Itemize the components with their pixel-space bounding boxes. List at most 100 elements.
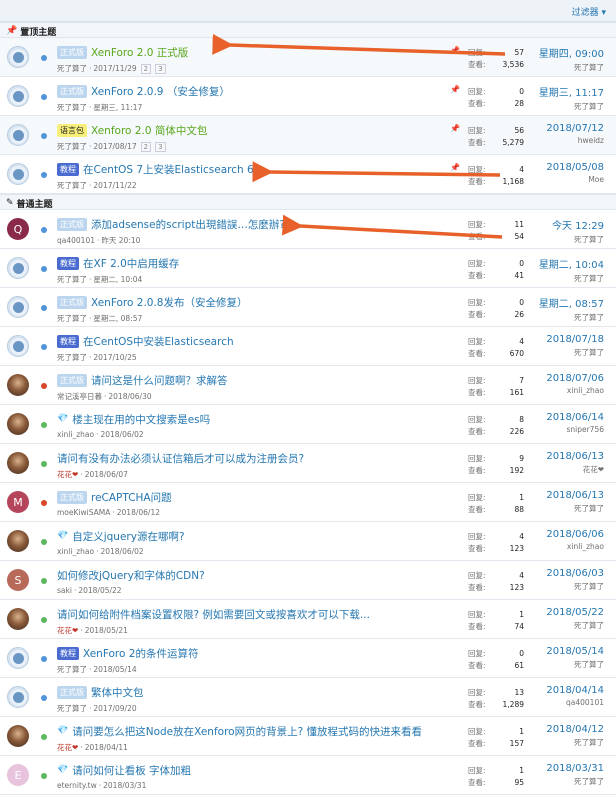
thread-prefix-badge[interactable]: 语言包	[57, 123, 87, 137]
last-post-user[interactable]: 死了算了	[546, 620, 604, 631]
thread-title-link[interactable]: XenForo 2.0.8发布（安全修复）	[91, 295, 248, 310]
last-post-date[interactable]: 2018/07/18	[546, 334, 604, 345]
last-post-date[interactable]: 星期二, 10:04	[539, 256, 604, 271]
last-post-date[interactable]: 星期二, 08:57	[539, 295, 604, 310]
thread-start-date[interactable]: 2017/09/20	[93, 704, 136, 713]
thread-prefix-badge[interactable]: 正式版	[57, 45, 87, 59]
thread-prefix-badge[interactable]: 正式版	[57, 685, 87, 699]
page-link[interactable]: 3	[155, 63, 166, 74]
thread-prefix-badge[interactable]: 正式版	[57, 373, 87, 387]
thread-start-date[interactable]: 2018/05/21	[85, 626, 128, 635]
user-avatar[interactable]	[7, 413, 29, 435]
thread-author[interactable]: xinli_zhao	[57, 430, 94, 439]
thread-title-link[interactable]: reCAPTCHA问题	[91, 490, 172, 505]
thread-start-date[interactable]: 2018/05/14	[93, 665, 136, 674]
user-avatar[interactable]: M	[7, 491, 29, 513]
thread-start-date[interactable]: 星期二, 10:04	[93, 274, 142, 285]
page-link[interactable]: 2	[140, 63, 152, 74]
thread-title-link[interactable]: Xenforo 2.0 简体中文包	[91, 123, 207, 138]
user-avatar[interactable]: Q	[7, 218, 29, 240]
thread-start-date[interactable]: 2018/05/22	[78, 586, 121, 595]
thread-title-link[interactable]: XenForo 2.0.9 （安全修复）	[91, 84, 230, 99]
last-post-user[interactable]: 死了算了	[539, 101, 604, 112]
page-link[interactable]: 2	[140, 141, 152, 152]
thread-start-date[interactable]: 2017/10/25	[93, 353, 136, 362]
thread-author[interactable]: xinli_zhao	[57, 547, 94, 556]
last-post-user[interactable]: xinli_zhao	[546, 386, 604, 395]
thread-author[interactable]: qa400101	[57, 236, 95, 245]
user-avatar[interactable]	[7, 452, 29, 474]
thread-start-date[interactable]: 昨天 20:10	[101, 235, 140, 246]
thread-start-date[interactable]: 2017/11/22	[93, 181, 136, 190]
last-post-date[interactable]: 星期四, 09:00	[539, 45, 604, 60]
thread-start-date[interactable]: 2017/11/29	[93, 64, 136, 73]
user-avatar[interactable]	[7, 163, 29, 185]
thread-title-link[interactable]: 在CentOS中安装Elasticsearch	[83, 334, 234, 349]
last-post-user[interactable]: 死了算了	[546, 737, 604, 748]
thread-author[interactable]: 死了算了	[57, 141, 87, 152]
thread-author[interactable]: 花花❤	[57, 469, 78, 480]
last-post-date[interactable]: 2018/04/12	[546, 724, 604, 735]
thread-prefix-badge[interactable]: 正式版	[57, 295, 87, 309]
last-post-user[interactable]: 死了算了	[539, 312, 604, 323]
thread-author[interactable]: 死了算了	[57, 274, 87, 285]
user-avatar[interactable]	[7, 85, 29, 107]
thread-author[interactable]: 花花❤	[57, 625, 78, 636]
thread-prefix-badge[interactable]: 正式版	[57, 490, 87, 504]
thread-author[interactable]: 死了算了	[57, 180, 87, 191]
user-avatar[interactable]	[7, 725, 29, 747]
thread-prefix-badge[interactable]: 教程	[57, 256, 79, 270]
last-post-date[interactable]: 2018/06/03	[546, 568, 604, 579]
last-post-user[interactable]: 死了算了	[546, 776, 604, 787]
thread-start-date[interactable]: 2018/06/30	[108, 392, 151, 401]
thread-author[interactable]: moeKiwiSAMA	[57, 508, 110, 517]
last-post-user[interactable]: 死了算了	[546, 581, 604, 592]
thread-start-date[interactable]: 2018/04/11	[85, 743, 128, 752]
thread-author[interactable]: 死了算了	[57, 313, 87, 324]
last-post-user[interactable]: 死了算了	[546, 659, 604, 670]
last-post-user[interactable]: 死了算了	[546, 347, 604, 358]
filter-button[interactable]: 过滤器 ▾	[572, 5, 606, 18]
last-post-date[interactable]: 2018/04/14	[546, 685, 604, 696]
last-post-user[interactable]: 花花❤	[546, 464, 604, 475]
thread-author[interactable]: saki	[57, 586, 72, 595]
thread-prefix-badge[interactable]: 教程	[57, 334, 79, 348]
thread-title-link[interactable]: XenForo 2的条件运算符	[83, 646, 198, 661]
user-avatar[interactable]: E	[7, 764, 29, 786]
last-post-date[interactable]: 2018/06/14	[546, 412, 604, 423]
thread-prefix-badge[interactable]: 教程	[57, 162, 79, 176]
last-post-user[interactable]: qa400101	[546, 698, 604, 707]
last-post-date[interactable]: 2018/06/13	[546, 451, 604, 462]
thread-author[interactable]: 花花❤	[57, 742, 78, 753]
last-post-user[interactable]: 死了算了	[552, 234, 604, 245]
user-avatar[interactable]	[7, 608, 29, 630]
thread-title-link[interactable]: 如何修改jQuery和字体的CDN?	[57, 568, 205, 583]
last-post-user[interactable]: 死了算了	[539, 273, 604, 284]
thread-title-link[interactable]: XenForo 2.0 正式版	[91, 45, 188, 60]
thread-prefix-badge[interactable]: 正式版	[57, 84, 87, 98]
user-avatar[interactable]	[7, 335, 29, 357]
user-avatar[interactable]	[7, 296, 29, 318]
thread-author[interactable]: 死了算了	[57, 664, 87, 675]
thread-author[interactable]: 死了算了	[57, 102, 87, 113]
thread-start-date[interactable]: 2018/06/02	[100, 430, 143, 439]
last-post-date[interactable]: 2018/06/06	[546, 529, 604, 540]
thread-title-link[interactable]: 在CentOS 7上安装Elasticsearch 6	[83, 162, 254, 177]
thread-title-link[interactable]: 请问如何给附件档案设置权限? 例如需要回文或按喜欢才可以下载...	[57, 607, 370, 622]
thread-start-date[interactable]: 2018/06/07	[85, 470, 128, 479]
thread-title-link[interactable]: 楼主现在用的中文搜索是es吗	[72, 412, 210, 427]
thread-title-link[interactable]: 请问如何让看板 字体加粗	[72, 763, 191, 778]
thread-start-date[interactable]: 2018/03/31	[103, 781, 146, 790]
user-avatar[interactable]	[7, 686, 29, 708]
last-post-user[interactable]: sniper756	[546, 425, 604, 434]
last-post-date[interactable]: 星期三, 11:17	[539, 84, 604, 99]
thread-author[interactable]: 死了算了	[57, 352, 87, 363]
last-post-date[interactable]: 今天 12:29	[552, 217, 604, 232]
thread-start-date[interactable]: 2018/06/12	[117, 508, 160, 517]
thread-start-date[interactable]: 星期三, 11:17	[93, 102, 142, 113]
user-avatar[interactable]	[7, 647, 29, 669]
user-avatar[interactable]	[7, 124, 29, 146]
last-post-date[interactable]: 2018/05/08	[546, 162, 604, 173]
thread-title-link[interactable]: 在XF 2.0中启用缓存	[83, 256, 179, 271]
user-avatar[interactable]	[7, 46, 29, 68]
